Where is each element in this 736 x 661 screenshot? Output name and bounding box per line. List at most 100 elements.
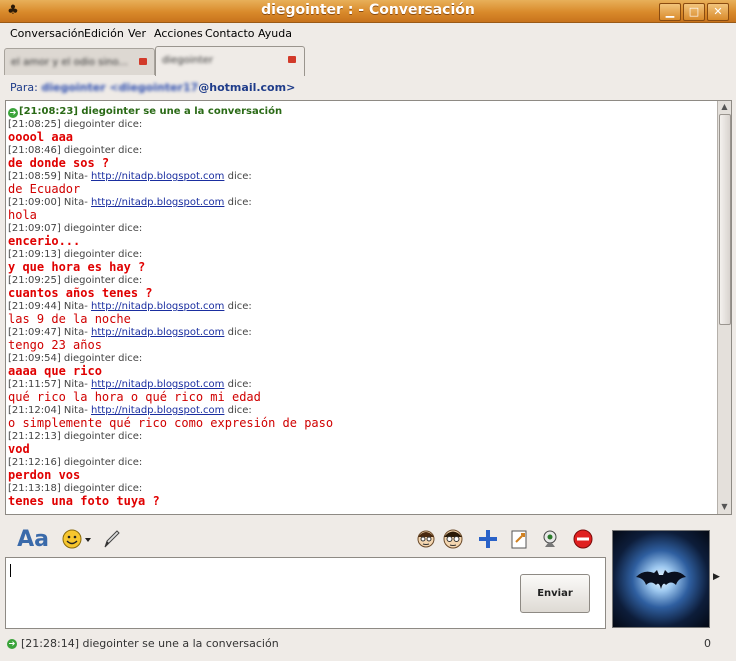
- menu-ayuda[interactable]: Ayuda: [258, 27, 292, 40]
- font-icon[interactable]: Aa: [13, 527, 53, 552]
- sender-link[interactable]: http://nitadp.blogspot.com: [91, 405, 224, 416]
- join-arrow-icon: ➔: [8, 108, 18, 118]
- tab-label: el amor y el odio sino...: [11, 57, 128, 68]
- status-arrow-icon: ➔: [7, 639, 17, 649]
- scroll-down-icon[interactable]: ▼: [719, 501, 730, 513]
- message-sender-suffix: dice:: [227, 301, 252, 312]
- menu-edicion[interactable]: Edición: [84, 27, 124, 40]
- tab-close-icon[interactable]: [139, 58, 147, 65]
- message-time: [21:09:00]: [8, 197, 61, 208]
- message-sender: diegointer dice:: [63, 249, 143, 260]
- scroll-thumb[interactable]: [719, 114, 731, 325]
- message-sender: Nita-: [63, 327, 88, 338]
- message-header: [21:08:59] Nita- http://nitadp.blogspot.…: [8, 170, 712, 183]
- message-sender-suffix: dice:: [227, 171, 252, 182]
- message-text: ooool aaa: [8, 130, 74, 144]
- close-button[interactable]: ✕: [707, 3, 729, 21]
- status-text: [21:28:14] diegointer se une a la conver…: [21, 637, 279, 650]
- message-time: [21:08:59]: [8, 171, 61, 182]
- message-sender: diegointer dice:: [63, 275, 143, 286]
- send-button[interactable]: Enviar: [520, 574, 590, 613]
- message-sender: diegointer dice:: [63, 483, 143, 494]
- minimize-button[interactable]: ▁: [659, 3, 681, 21]
- join-notice-text: [21:08:23] diegointer se une a la conver…: [19, 106, 283, 117]
- bat-logo-icon: [636, 570, 686, 589]
- message-header: [21:09:47] Nita- http://nitadp.blogspot.…: [8, 326, 712, 339]
- message-text: encerio...: [8, 234, 81, 248]
- sender-link[interactable]: http://nitadp.blogspot.com: [91, 171, 224, 182]
- message-sender: Nita-: [63, 197, 88, 208]
- conversation-window: ♣ diegointer : - Conversación ▁ □ ✕ Conv…: [0, 0, 736, 661]
- pencil-icon[interactable]: [99, 527, 123, 551]
- message-sender-suffix: dice:: [227, 197, 252, 208]
- send-file-icon[interactable]: [507, 527, 531, 551]
- menu-conversacion[interactable]: Conversación: [10, 27, 84, 40]
- message-sender: diegointer dice:: [63, 145, 143, 156]
- to-label: Para:: [10, 81, 38, 94]
- status-bar: ➔ [21:28:14] diegointer se une a la conv…: [5, 634, 731, 654]
- message-text: tengo 23 años: [8, 338, 102, 352]
- conversation-history[interactable]: ➔ [21:08:23] diegointer se une a la conve…: [5, 100, 732, 515]
- message-text: hola: [8, 208, 37, 222]
- message-text: y que hora es hay ?: [8, 260, 146, 274]
- message-input[interactable]: Enviar: [5, 557, 606, 629]
- tab-close-icon[interactable]: [288, 56, 296, 63]
- menu-bar: Conversación Edición Ver Acciones Contac…: [0, 23, 736, 45]
- emoticon-icon[interactable]: [61, 527, 95, 551]
- vertical-scrollbar[interactable]: ▲ ▼: [717, 101, 731, 514]
- message-text: vod: [8, 442, 30, 456]
- scroll-up-icon[interactable]: ▲: [719, 101, 730, 113]
- message-text: qué rico la hora o qué rico mi edad: [8, 390, 261, 404]
- message-time: [21:12:13]: [8, 431, 61, 442]
- contact-icon[interactable]: [414, 527, 438, 551]
- message-text: las 9 de la noche: [8, 312, 131, 326]
- recipient-name: diegointer <diegointer17: [41, 81, 199, 94]
- sender-link[interactable]: http://nitadp.blogspot.com: [91, 301, 224, 312]
- message-text: perdon vos: [8, 468, 81, 482]
- avatar[interactable]: [612, 530, 710, 628]
- message-sender-suffix: dice:: [227, 379, 252, 390]
- tab-label: diegointer: [162, 55, 214, 66]
- text-caret: [10, 564, 11, 577]
- title-bar[interactable]: ♣ diegointer : - Conversación ▁ □ ✕: [0, 0, 736, 23]
- input-toolbar: Aa: [5, 525, 605, 555]
- sender-link[interactable]: http://nitadp.blogspot.com: [91, 379, 224, 390]
- message-header: [21:08:25] diegointer dice:: [8, 118, 712, 131]
- sender-link[interactable]: http://nitadp.blogspot.com: [91, 197, 224, 208]
- message-sender: Nita-: [63, 171, 88, 182]
- message-text: tenes una foto tuya ?: [8, 494, 160, 508]
- message-sender: Nita-: [63, 405, 88, 416]
- menu-ver[interactable]: Ver: [128, 27, 146, 40]
- recipient-line: Para: diegointer <diegointer17@hotmail.c…: [10, 81, 295, 94]
- message-time: [21:09:13]: [8, 249, 61, 260]
- block-icon[interactable]: [571, 527, 595, 551]
- message-time: [21:13:18]: [8, 483, 61, 494]
- conversation-tabs: el amor y el odio sino... diegointer: [4, 46, 732, 76]
- window-title: diegointer : - Conversación: [261, 2, 475, 18]
- avatar-expand-icon[interactable]: ▶: [713, 572, 720, 582]
- webcam-icon[interactable]: [539, 527, 563, 551]
- message-time: [21:11:57]: [8, 379, 61, 390]
- invite-plus-icon[interactable]: [476, 527, 500, 551]
- message-time: [21:09:25]: [8, 275, 61, 286]
- menu-acciones[interactable]: Acciones: [154, 27, 203, 40]
- message-time: [21:09:44]: [8, 301, 61, 312]
- message-sender: Nita-: [63, 379, 88, 390]
- message-sender: diegointer dice:: [63, 353, 143, 364]
- maximize-button[interactable]: □: [683, 3, 705, 21]
- tab-conversation-1[interactable]: el amor y el odio sino...: [4, 48, 155, 75]
- message-header: [21:12:13] diegointer dice:: [8, 430, 712, 443]
- message-text: de donde sos ?: [8, 156, 110, 170]
- message-time: [21:08:25]: [8, 119, 61, 130]
- message-time: [21:09:07]: [8, 223, 61, 234]
- tab-conversation-2[interactable]: diegointer: [155, 46, 305, 76]
- message-sender: diegointer dice:: [63, 457, 143, 468]
- join-notice: ➔ [21:08:23] diegointer se une a la conve…: [8, 105, 712, 118]
- recipient-email: @hotmail.com>: [198, 81, 296, 94]
- menu-contacto[interactable]: Contacto: [205, 27, 255, 40]
- message-sender: diegointer dice:: [63, 431, 143, 442]
- message-sender: diegointer dice:: [63, 223, 143, 234]
- sender-link[interactable]: http://nitadp.blogspot.com: [91, 327, 224, 338]
- message-time: [21:09:47]: [8, 327, 61, 338]
- contacts-icon[interactable]: [441, 527, 465, 551]
